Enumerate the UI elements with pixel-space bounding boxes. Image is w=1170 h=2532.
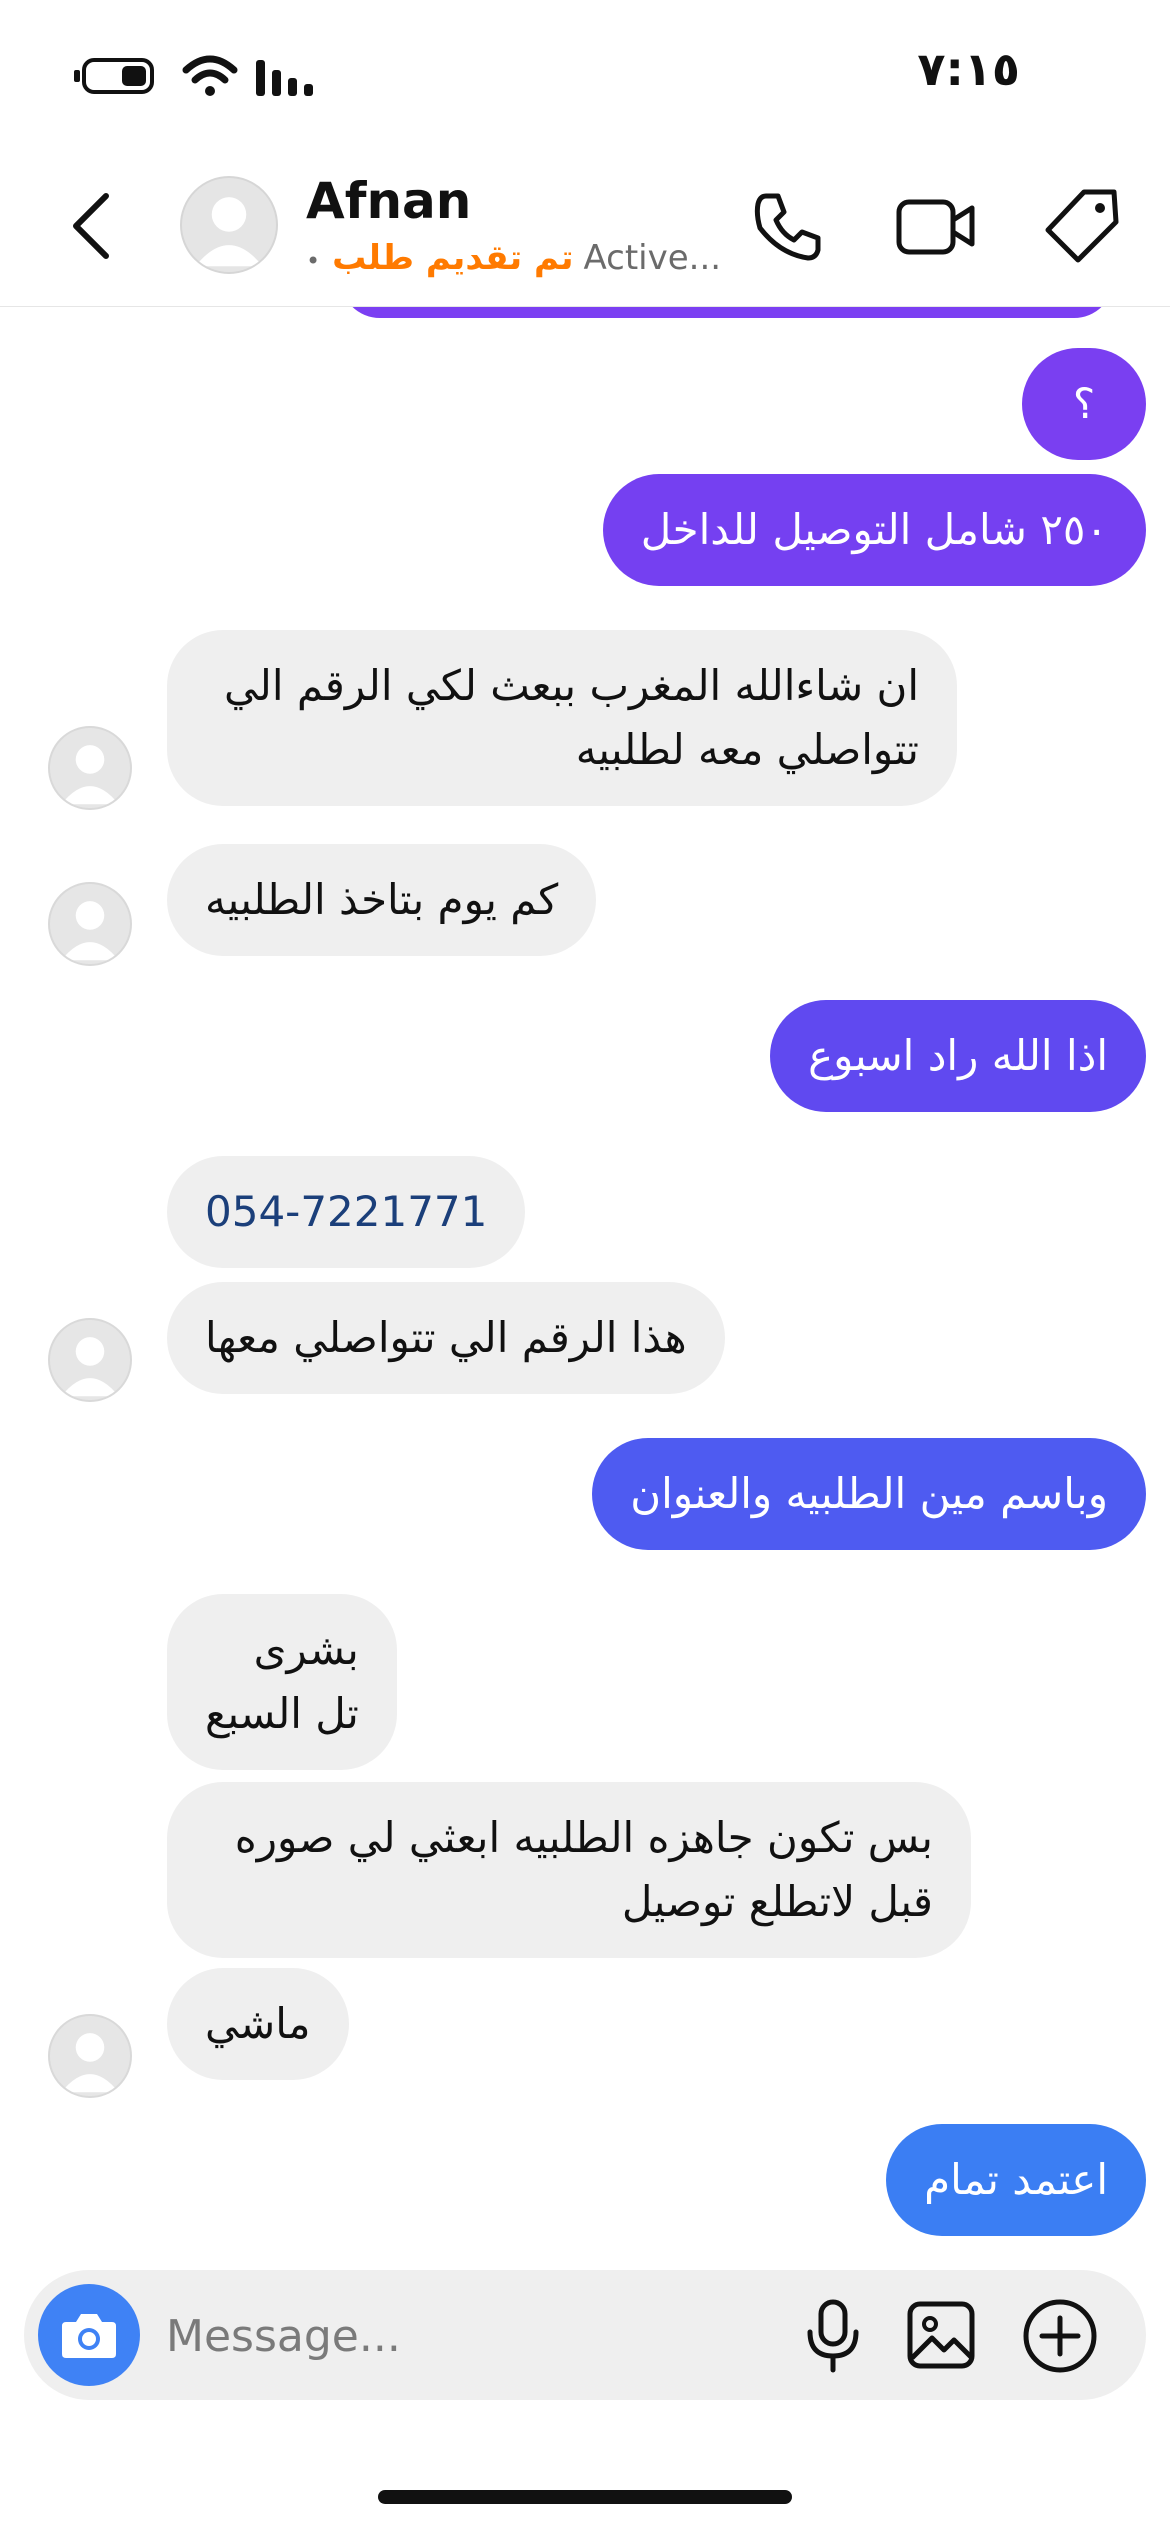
contact-avatar[interactable]: [180, 176, 278, 274]
default-avatar-icon: [61, 901, 119, 961]
message-bubble-outgoing[interactable]: ؟: [1022, 348, 1146, 460]
phone-call-icon[interactable]: [752, 190, 824, 262]
partial-message-bubble: [340, 306, 1114, 318]
default-avatar-icon: [61, 2033, 119, 2093]
message-input[interactable]: [164, 2300, 748, 2372]
message-bubble-incoming[interactable]: بس تكون جاهزه الطلبيه ابعثي لي صوره قبل …: [167, 1782, 971, 1958]
camera-button[interactable]: [38, 2284, 140, 2386]
default-avatar-icon: [195, 197, 263, 267]
back-arrow-icon[interactable]: [66, 190, 118, 262]
wifi-icon: [182, 55, 238, 96]
message-list[interactable]: ؟ ٢٥٠ شامل التوصيل للداخل ان شاءالله الم…: [0, 306, 1170, 2266]
order-status-tag: تم تقديم طلب: [332, 238, 574, 278]
default-avatar-icon: [61, 1337, 119, 1397]
home-indicator[interactable]: [378, 2490, 792, 2504]
default-avatar-icon: [61, 745, 119, 805]
contact-name[interactable]: Afnan: [306, 172, 471, 230]
message-bubble-incoming[interactable]: كم يوم بتاخذ الطلبيه: [167, 844, 597, 956]
message-bubble-incoming[interactable]: بشرى تل السبع: [167, 1594, 397, 1770]
sender-avatar[interactable]: [48, 726, 132, 810]
sender-avatar[interactable]: [48, 882, 132, 966]
status-bar: ٧:١٥: [0, 0, 1170, 150]
message-bubble-outgoing[interactable]: اذا الله راد اسبوع: [770, 1000, 1146, 1112]
status-time: ٧:١٥: [917, 42, 1020, 96]
message-composer: [24, 2270, 1146, 2400]
camera-icon: [62, 2314, 116, 2358]
sender-avatar[interactable]: [48, 2014, 132, 2098]
video-call-icon[interactable]: [896, 194, 976, 258]
active-status: Active...: [583, 238, 722, 278]
contact-status: • تم تقديم طلب Active...: [306, 238, 721, 278]
sender-avatar[interactable]: [48, 1318, 132, 1402]
gallery-icon[interactable]: [906, 2300, 976, 2370]
status-dot: •: [306, 247, 321, 275]
microphone-icon[interactable]: [802, 2298, 864, 2374]
message-bubble-incoming[interactable]: ان شاءالله المغرب ببعث لكي الرقم الي تتو…: [167, 630, 957, 806]
message-bubble-incoming[interactable]: هذا الرقم الي تتواصلي معها: [167, 1282, 725, 1394]
battery-icon: [74, 58, 154, 94]
chat-header: Afnan • تم تقديم طلب Active...: [0, 150, 1170, 307]
add-icon[interactable]: [1022, 2298, 1098, 2374]
price-tag-icon[interactable]: [1044, 188, 1120, 264]
phone-number-message[interactable]: 054-7221771: [167, 1156, 526, 1268]
signal-icon: [256, 60, 313, 96]
message-bubble-outgoing[interactable]: ٢٥٠ شامل التوصيل للداخل: [602, 474, 1146, 586]
message-bubble-outgoing[interactable]: اعتمد تمام: [886, 2124, 1146, 2236]
message-bubble-outgoing[interactable]: وباسم مين الطلبيه والعنوان: [592, 1438, 1146, 1550]
message-bubble-incoming[interactable]: ماشي: [167, 1968, 349, 2080]
